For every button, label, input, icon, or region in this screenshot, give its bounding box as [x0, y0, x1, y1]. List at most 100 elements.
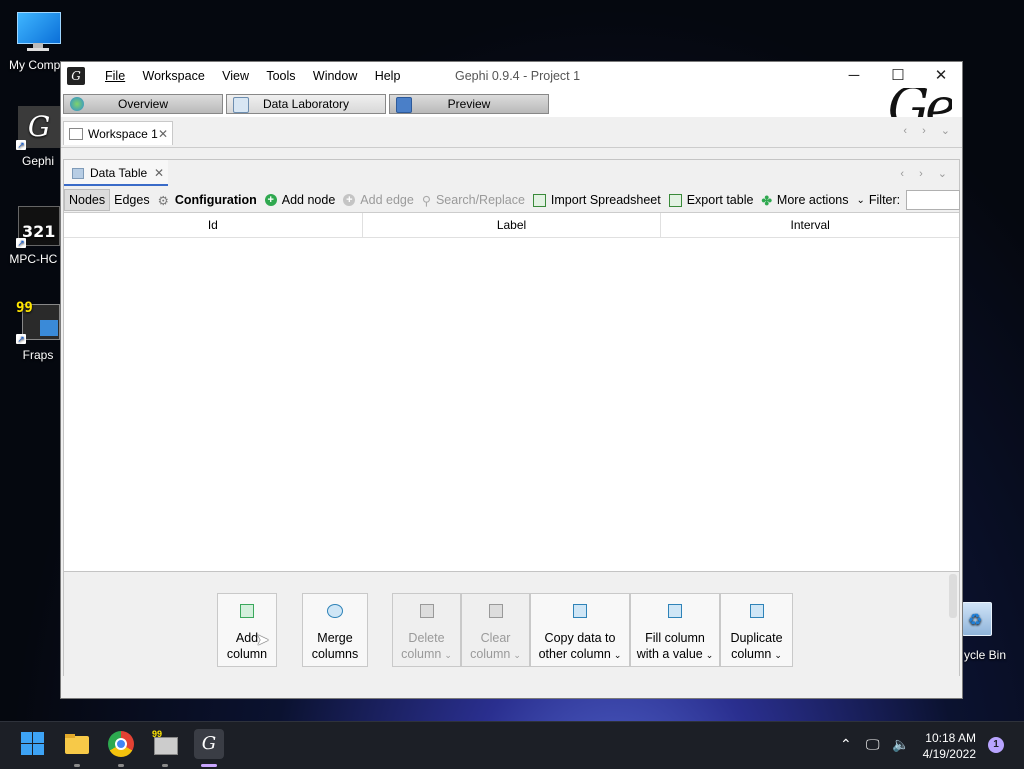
clear-column-button[interactable]: Clear column ⌄ [461, 593, 530, 667]
edges-toggle[interactable]: Edges [110, 189, 153, 211]
tab-data-table[interactable]: Data Table ✕ [64, 160, 168, 186]
notification-badge[interactable]: 1 [988, 737, 1004, 753]
volume-icon[interactable]: 🔈 [892, 736, 909, 753]
title-bar: G File Workspace View Tools Window Help … [61, 62, 962, 90]
desktop-icon-label: Gephi [21, 154, 55, 168]
desktop-icon-label: My Compu [8, 58, 67, 72]
column-header-interval[interactable]: Interval [661, 213, 959, 237]
running-indicator [118, 764, 124, 767]
configuration-button[interactable]: ⚙ Configuration [154, 189, 261, 211]
fill-column-button[interactable]: Fill column with a value ⌄ [630, 593, 720, 667]
menu-window[interactable]: Window [313, 69, 357, 83]
shortcut-arrow-icon: ↗ [16, 140, 26, 150]
table-header-row: Id Label Interval [64, 212, 959, 238]
add-icon: + [264, 194, 277, 206]
network-icon[interactable]: 🖵 [866, 736, 880, 753]
menu-tools[interactable]: Tools [266, 69, 295, 83]
perspective-bar: Overview Data Laboratory Preview Ge [61, 88, 962, 124]
add-edge-button[interactable]: + Add edge [339, 189, 418, 211]
data-table-toolbar: Nodes Edges ⚙ Configuration + Add node +… [64, 188, 961, 212]
import-spreadsheet-button[interactable]: Import Spreadsheet [529, 189, 665, 211]
table-icon [233, 97, 249, 113]
data-laboratory-button[interactable]: Data Laboratory [226, 94, 386, 114]
filter-input[interactable] [906, 190, 961, 210]
desktop-icon-recycle-bin[interactable]: ♻ ycle Bin [962, 598, 1024, 662]
minimize-button[interactable]: ─ [832, 62, 876, 90]
column-actions-bar: Add column Merge columns Delete column ⌄ … [64, 571, 959, 676]
data-table-panel: Data Table ✕ ‹ › ⌄ Nodes Edges ⚙ Configu… [63, 159, 961, 676]
fraps-icon: 99 ↗ [16, 300, 60, 344]
desktop-icon-label: ycle Bin [964, 648, 1007, 662]
gephi-taskbar-icon[interactable]: G [194, 729, 224, 759]
spreadsheet-icon [532, 193, 546, 207]
fraps-taskbar-icon[interactable]: 99 [152, 729, 178, 757]
chevron-down-icon: ⌄ [613, 650, 622, 660]
recycle-bin-icon: ♻ [962, 598, 992, 636]
menu-view[interactable]: View [222, 69, 249, 83]
gephi-logo-icon: G [67, 67, 85, 85]
chevron-down-icon: ⌄ [444, 650, 452, 660]
add-icon: + [343, 194, 356, 206]
export-table-button[interactable]: Export table [665, 189, 758, 211]
duplicate-column-button[interactable]: Duplicate column ⌄ [720, 593, 793, 667]
file-explorer-icon[interactable] [64, 731, 90, 757]
menu-workspace[interactable]: Workspace [143, 69, 205, 83]
search-replace-button[interactable]: ⚲ Search/Replace [418, 189, 529, 211]
workspace-tabs: Workspace 1 ✕ ‹ › ⌄ [61, 117, 962, 148]
running-indicator [74, 764, 80, 767]
tab-navigation-arrows[interactable]: ‹ › ⌄ [903, 124, 956, 137]
desktop-icon-label: MPC-HC x [9, 252, 67, 266]
chevron-down-icon: ⌄ [513, 650, 521, 660]
shortcut-arrow-icon: ↗ [16, 334, 26, 344]
workspace-icon [69, 128, 83, 140]
merge-columns-button[interactable]: Merge columns [302, 593, 368, 667]
maximize-button[interactable]: ☐ [876, 62, 920, 90]
close-tab-icon[interactable]: ✕ [158, 122, 168, 146]
overview-button[interactable]: Overview [63, 94, 223, 114]
menu-file[interactable]: File [105, 69, 125, 83]
column-header-label[interactable]: Label [363, 213, 662, 237]
preview-monitor-icon [396, 97, 412, 113]
taskbar: 99 G ⌃ 🖵 🔈 10:18 AM 4/19/2022 1 [0, 721, 1024, 769]
filter-dropdown[interactable]: ⌄ Filter: [852, 189, 904, 211]
mpc-hc-icon: 321 ↗ [16, 204, 60, 248]
chevron-up-icon[interactable]: ⌃ [840, 736, 852, 753]
preview-button[interactable]: Preview [389, 94, 549, 114]
delete-column-button[interactable]: Delete column ⌄ [392, 593, 461, 667]
copy-data-button[interactable]: Copy data to other column ⌄ [530, 593, 630, 667]
running-indicator [162, 764, 168, 767]
tab-workspace-1[interactable]: Workspace 1 ✕ [63, 121, 173, 145]
nodes-toggle[interactable]: Nodes [64, 189, 111, 211]
monitor-icon [16, 10, 61, 54]
gear-icon: ⚙ [157, 193, 169, 208]
active-app-indicator [201, 764, 217, 767]
desktop-icon-label: Fraps [22, 348, 54, 362]
clock[interactable]: 10:18 AM 4/19/2022 [923, 730, 976, 762]
chevron-down-icon: ⌄ [774, 650, 782, 660]
chrome-icon[interactable] [108, 731, 134, 757]
gephi-icon: G ↗ [16, 106, 60, 150]
duplicate-column-icon [749, 604, 764, 618]
merge-columns-icon [327, 604, 343, 618]
shortcut-arrow-icon: ↗ [16, 238, 26, 248]
menu-help[interactable]: Help [375, 69, 401, 83]
copy-column-icon [573, 604, 587, 618]
chevron-down-icon: ⌄ [856, 194, 865, 206]
window-title: Gephi 0.9.4 - Project 1 [455, 69, 581, 83]
gephi-window: G File Workspace View Tools Window Help … [60, 61, 963, 699]
close-tab-icon[interactable]: ✕ [154, 160, 164, 186]
more-actions-button[interactable]: ✤ More actions [757, 189, 852, 211]
panel-navigation-arrows[interactable]: ‹ › ⌄ [900, 167, 953, 180]
clear-column-icon [488, 604, 503, 618]
delete-column-icon [419, 604, 434, 618]
add-column-icon [240, 604, 254, 618]
windows-start-icon[interactable] [20, 731, 46, 757]
column-header-id[interactable]: Id [64, 213, 363, 237]
binoculars-icon: ⚲ [421, 193, 431, 208]
fill-column-icon [668, 604, 682, 618]
add-node-button[interactable]: + Add node [261, 189, 340, 211]
globe-icon [70, 97, 84, 111]
puzzle-icon: ✤ [761, 193, 772, 208]
close-button[interactable]: ✕ [919, 62, 963, 90]
scrollbar[interactable] [949, 574, 957, 618]
